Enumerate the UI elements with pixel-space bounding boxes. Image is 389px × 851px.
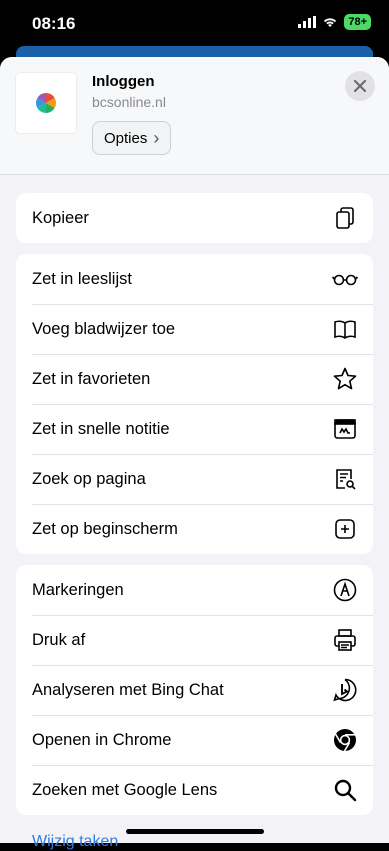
copy-icon bbox=[331, 204, 359, 232]
action-open-chrome[interactable]: Openen in Chrome bbox=[16, 715, 373, 765]
printer-icon bbox=[331, 626, 359, 654]
page-url: bcsonline.nl bbox=[92, 94, 166, 110]
glasses-icon bbox=[331, 265, 359, 293]
action-label: Zet in favorieten bbox=[32, 369, 151, 388]
edit-actions-link[interactable]: Wijzig taken bbox=[32, 833, 118, 851]
action-label: Zoeken met Google Lens bbox=[32, 780, 218, 799]
quick-note-icon bbox=[331, 415, 359, 443]
action-label: Openen in Chrome bbox=[32, 730, 172, 749]
action-label: Zoek op pagina bbox=[32, 469, 146, 488]
wifi-icon bbox=[324, 18, 337, 27]
action-markup[interactable]: Markeringen bbox=[16, 565, 373, 615]
status-bar: 08:16 78+ bbox=[0, 0, 389, 48]
action-group-copy: Kopieer bbox=[16, 193, 373, 243]
status-time: 08:16 bbox=[32, 14, 76, 33]
action-copy[interactable]: Kopieer bbox=[16, 193, 373, 243]
action-label: Zet in snelle notitie bbox=[32, 419, 170, 438]
action-print[interactable]: Druk af bbox=[16, 615, 373, 665]
find-on-page-icon bbox=[331, 465, 359, 493]
status-icons: 78+ bbox=[298, 14, 371, 30]
share-sheet-header: Inloggen bcsonline.nl Opties › bbox=[0, 57, 389, 175]
action-reading-list[interactable]: Zet in leeslijst bbox=[16, 254, 373, 304]
options-label: Opties bbox=[104, 129, 148, 147]
action-label: Markeringen bbox=[32, 580, 124, 599]
options-button[interactable]: Opties › bbox=[92, 121, 172, 155]
action-bing-chat[interactable]: Analyseren met Bing Chat bbox=[16, 665, 373, 715]
markup-icon bbox=[331, 576, 359, 604]
cellular-signal-icon bbox=[298, 16, 317, 28]
site-logo-icon bbox=[36, 93, 56, 113]
action-quick-note[interactable]: Zet in snelle notitie bbox=[16, 404, 373, 454]
action-label: Kopieer bbox=[32, 208, 89, 227]
book-icon bbox=[331, 315, 359, 343]
add-square-icon bbox=[331, 515, 359, 543]
chrome-icon bbox=[331, 726, 359, 754]
page-title: Inloggen bbox=[92, 73, 155, 90]
action-add-home-screen[interactable]: Zet op beginscherm bbox=[16, 504, 373, 554]
chevron-right-icon: › bbox=[153, 127, 160, 148]
search-icon bbox=[331, 776, 359, 804]
action-add-bookmark[interactable]: Voeg bladwijzer toe bbox=[16, 304, 373, 354]
home-indicator[interactable] bbox=[126, 829, 264, 834]
action-label: Zet op beginscherm bbox=[32, 519, 178, 538]
action-add-favorites[interactable]: Zet in favorieten bbox=[16, 354, 373, 404]
action-label: Druk af bbox=[32, 630, 86, 649]
close-button[interactable] bbox=[345, 71, 375, 101]
star-icon bbox=[331, 365, 359, 393]
action-google-lens[interactable]: Zoeken met Google Lens bbox=[16, 765, 373, 815]
action-label: Analyseren met Bing Chat bbox=[32, 680, 224, 699]
action-label: Zet in leeslijst bbox=[32, 269, 132, 288]
action-label: Voeg bladwijzer toe bbox=[32, 319, 176, 338]
share-sheet: Inloggen bcsonline.nl Opties › Kopieer Z… bbox=[0, 57, 389, 843]
action-find-on-page[interactable]: Zoek op pagina bbox=[16, 454, 373, 504]
close-icon bbox=[354, 80, 366, 92]
action-group-extensions: Markeringen Druk af Analyseren met Bing … bbox=[16, 565, 373, 815]
battery-indicator: 78+ bbox=[344, 14, 371, 30]
action-group-page: Zet in leeslijst Voeg bladwijzer toe Zet… bbox=[16, 254, 373, 554]
site-thumbnail bbox=[16, 73, 76, 133]
bing-icon bbox=[331, 676, 359, 704]
